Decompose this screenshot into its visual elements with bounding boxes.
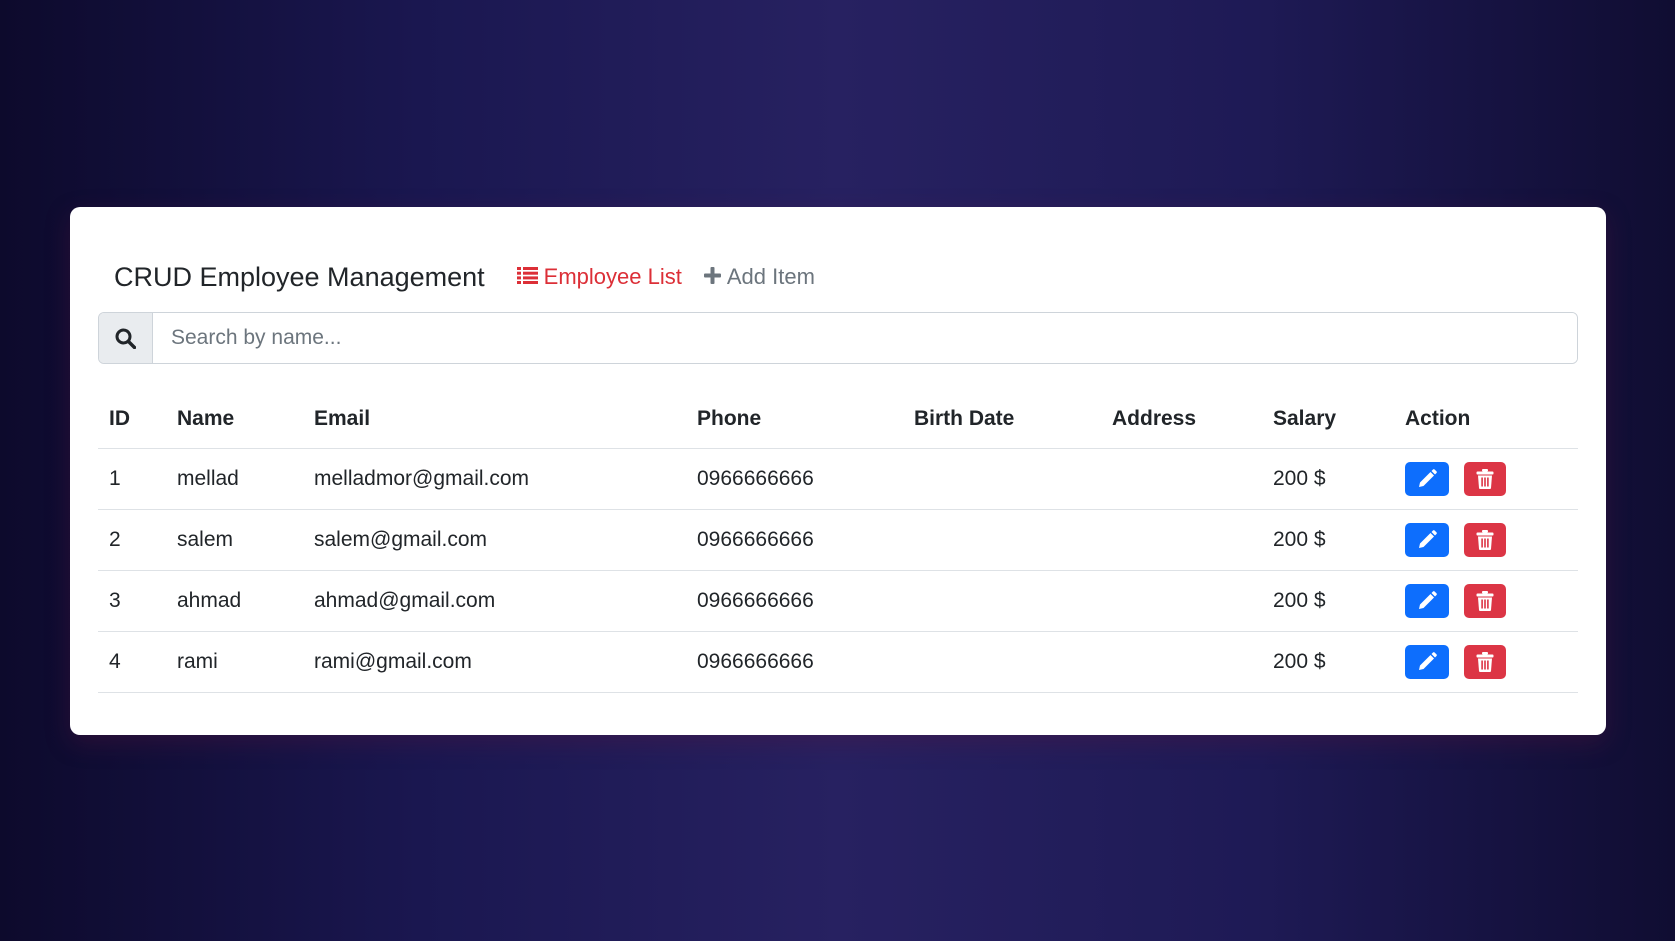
cell-birth-date xyxy=(903,448,1101,510)
table-row: 4 rami rami@gmail.com 0966666666 200 $ xyxy=(98,631,1578,693)
cell-birth-date xyxy=(903,509,1101,571)
edit-button[interactable] xyxy=(1405,645,1449,679)
trash-icon xyxy=(1476,530,1494,550)
delete-button[interactable] xyxy=(1463,645,1506,679)
pencil-icon xyxy=(1419,591,1437,609)
cell-email: ahmad@gmail.com xyxy=(303,570,686,632)
cell-email: rami@gmail.com xyxy=(303,631,686,693)
table-row: 3 ahmad ahmad@gmail.com 0966666666 200 $ xyxy=(98,570,1578,632)
cell-birth-date xyxy=(903,631,1101,693)
cell-name: ahmad xyxy=(166,570,303,632)
employee-card: CRUD Employee Management Employee List A… xyxy=(70,207,1606,735)
search-input[interactable] xyxy=(153,313,1577,363)
table-row: 1 mellad melladmor@gmail.com 0966666666 … xyxy=(98,448,1578,510)
trash-icon xyxy=(1476,469,1494,489)
table-header-row: ID Name Email Phone Birth Date Address S… xyxy=(98,389,1578,449)
delete-button[interactable] xyxy=(1463,462,1506,496)
search-icon xyxy=(99,313,153,363)
pencil-icon xyxy=(1419,469,1437,487)
edit-button[interactable] xyxy=(1405,462,1449,496)
cell-salary: 200 $ xyxy=(1262,509,1394,571)
nav-add-item[interactable]: Add Item xyxy=(703,264,815,290)
column-header-id: ID xyxy=(98,389,166,449)
nav-employee-list-label: Employee List xyxy=(543,264,682,289)
cell-name: salem xyxy=(166,509,303,571)
cell-email: salem@gmail.com xyxy=(303,509,686,571)
cell-id: 3 xyxy=(98,570,166,632)
cell-email: melladmor@gmail.com xyxy=(303,448,686,510)
app-title: CRUD Employee Management xyxy=(114,261,485,292)
search-group xyxy=(98,312,1578,364)
cell-address xyxy=(1101,631,1262,693)
cell-phone: 0966666666 xyxy=(686,631,903,693)
cell-id: 2 xyxy=(98,509,166,571)
cell-address xyxy=(1101,570,1262,632)
cell-action xyxy=(1394,631,1578,693)
cell-action xyxy=(1394,448,1578,510)
list-icon xyxy=(516,264,544,290)
delete-button[interactable] xyxy=(1463,523,1506,557)
nav-employee-list[interactable]: Employee List xyxy=(516,264,682,290)
pencil-icon xyxy=(1419,652,1437,670)
cell-salary: 200 $ xyxy=(1262,570,1394,632)
cell-address xyxy=(1101,509,1262,571)
cell-id: 1 xyxy=(98,448,166,510)
cell-action xyxy=(1394,570,1578,632)
column-header-phone: Phone xyxy=(686,389,903,449)
column-header-birth-date: Birth Date xyxy=(903,389,1101,449)
delete-button[interactable] xyxy=(1463,584,1506,618)
trash-icon xyxy=(1476,652,1494,672)
table-row: 2 salem salem@gmail.com 0966666666 200 $ xyxy=(98,509,1578,571)
edit-button[interactable] xyxy=(1405,584,1449,618)
cell-birth-date xyxy=(903,570,1101,632)
card-header: CRUD Employee Management Employee List A… xyxy=(114,257,837,297)
nav-add-item-label: Add Item xyxy=(726,264,815,289)
cell-address xyxy=(1101,448,1262,510)
cell-phone: 0966666666 xyxy=(686,509,903,571)
column-header-salary: Salary xyxy=(1262,389,1394,449)
column-header-name: Name xyxy=(166,389,303,449)
column-header-action: Action xyxy=(1394,389,1578,449)
cell-phone: 0966666666 xyxy=(686,570,903,632)
plus-icon xyxy=(703,264,727,290)
cell-name: mellad xyxy=(166,448,303,510)
cell-name: rami xyxy=(166,631,303,693)
employee-table: ID Name Email Phone Birth Date Address S… xyxy=(98,389,1578,693)
column-header-email: Email xyxy=(303,389,686,449)
cell-salary: 200 $ xyxy=(1262,448,1394,510)
cell-salary: 200 $ xyxy=(1262,631,1394,693)
cell-action xyxy=(1394,509,1578,571)
edit-button[interactable] xyxy=(1405,523,1449,557)
cell-phone: 0966666666 xyxy=(686,448,903,510)
column-header-address: Address xyxy=(1101,389,1262,449)
pencil-icon xyxy=(1419,530,1437,548)
cell-id: 4 xyxy=(98,631,166,693)
trash-icon xyxy=(1476,591,1494,611)
